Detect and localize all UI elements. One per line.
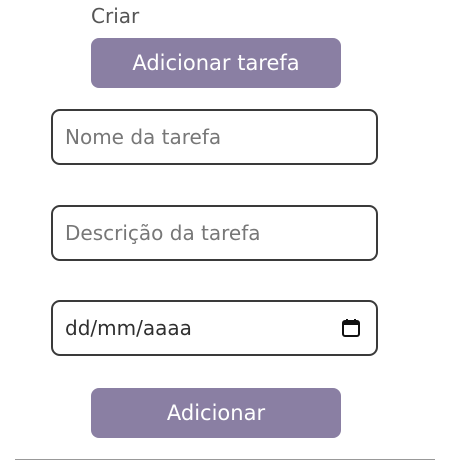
task-name-input[interactable] [53,111,376,163]
task-date-field[interactable]: dd/mm/aaaa [51,300,378,356]
task-description-field[interactable] [51,205,378,261]
submit-task-button[interactable]: Adicionar [91,388,341,438]
task-description-input[interactable] [53,207,376,259]
add-task-toggle-button[interactable]: Adicionar tarefa [91,38,341,88]
section-heading: Criar [91,4,140,28]
task-name-field[interactable] [51,109,378,165]
calendar-icon[interactable] [340,317,362,339]
date-input-text[interactable]: dd/mm/aaaa [53,316,340,340]
